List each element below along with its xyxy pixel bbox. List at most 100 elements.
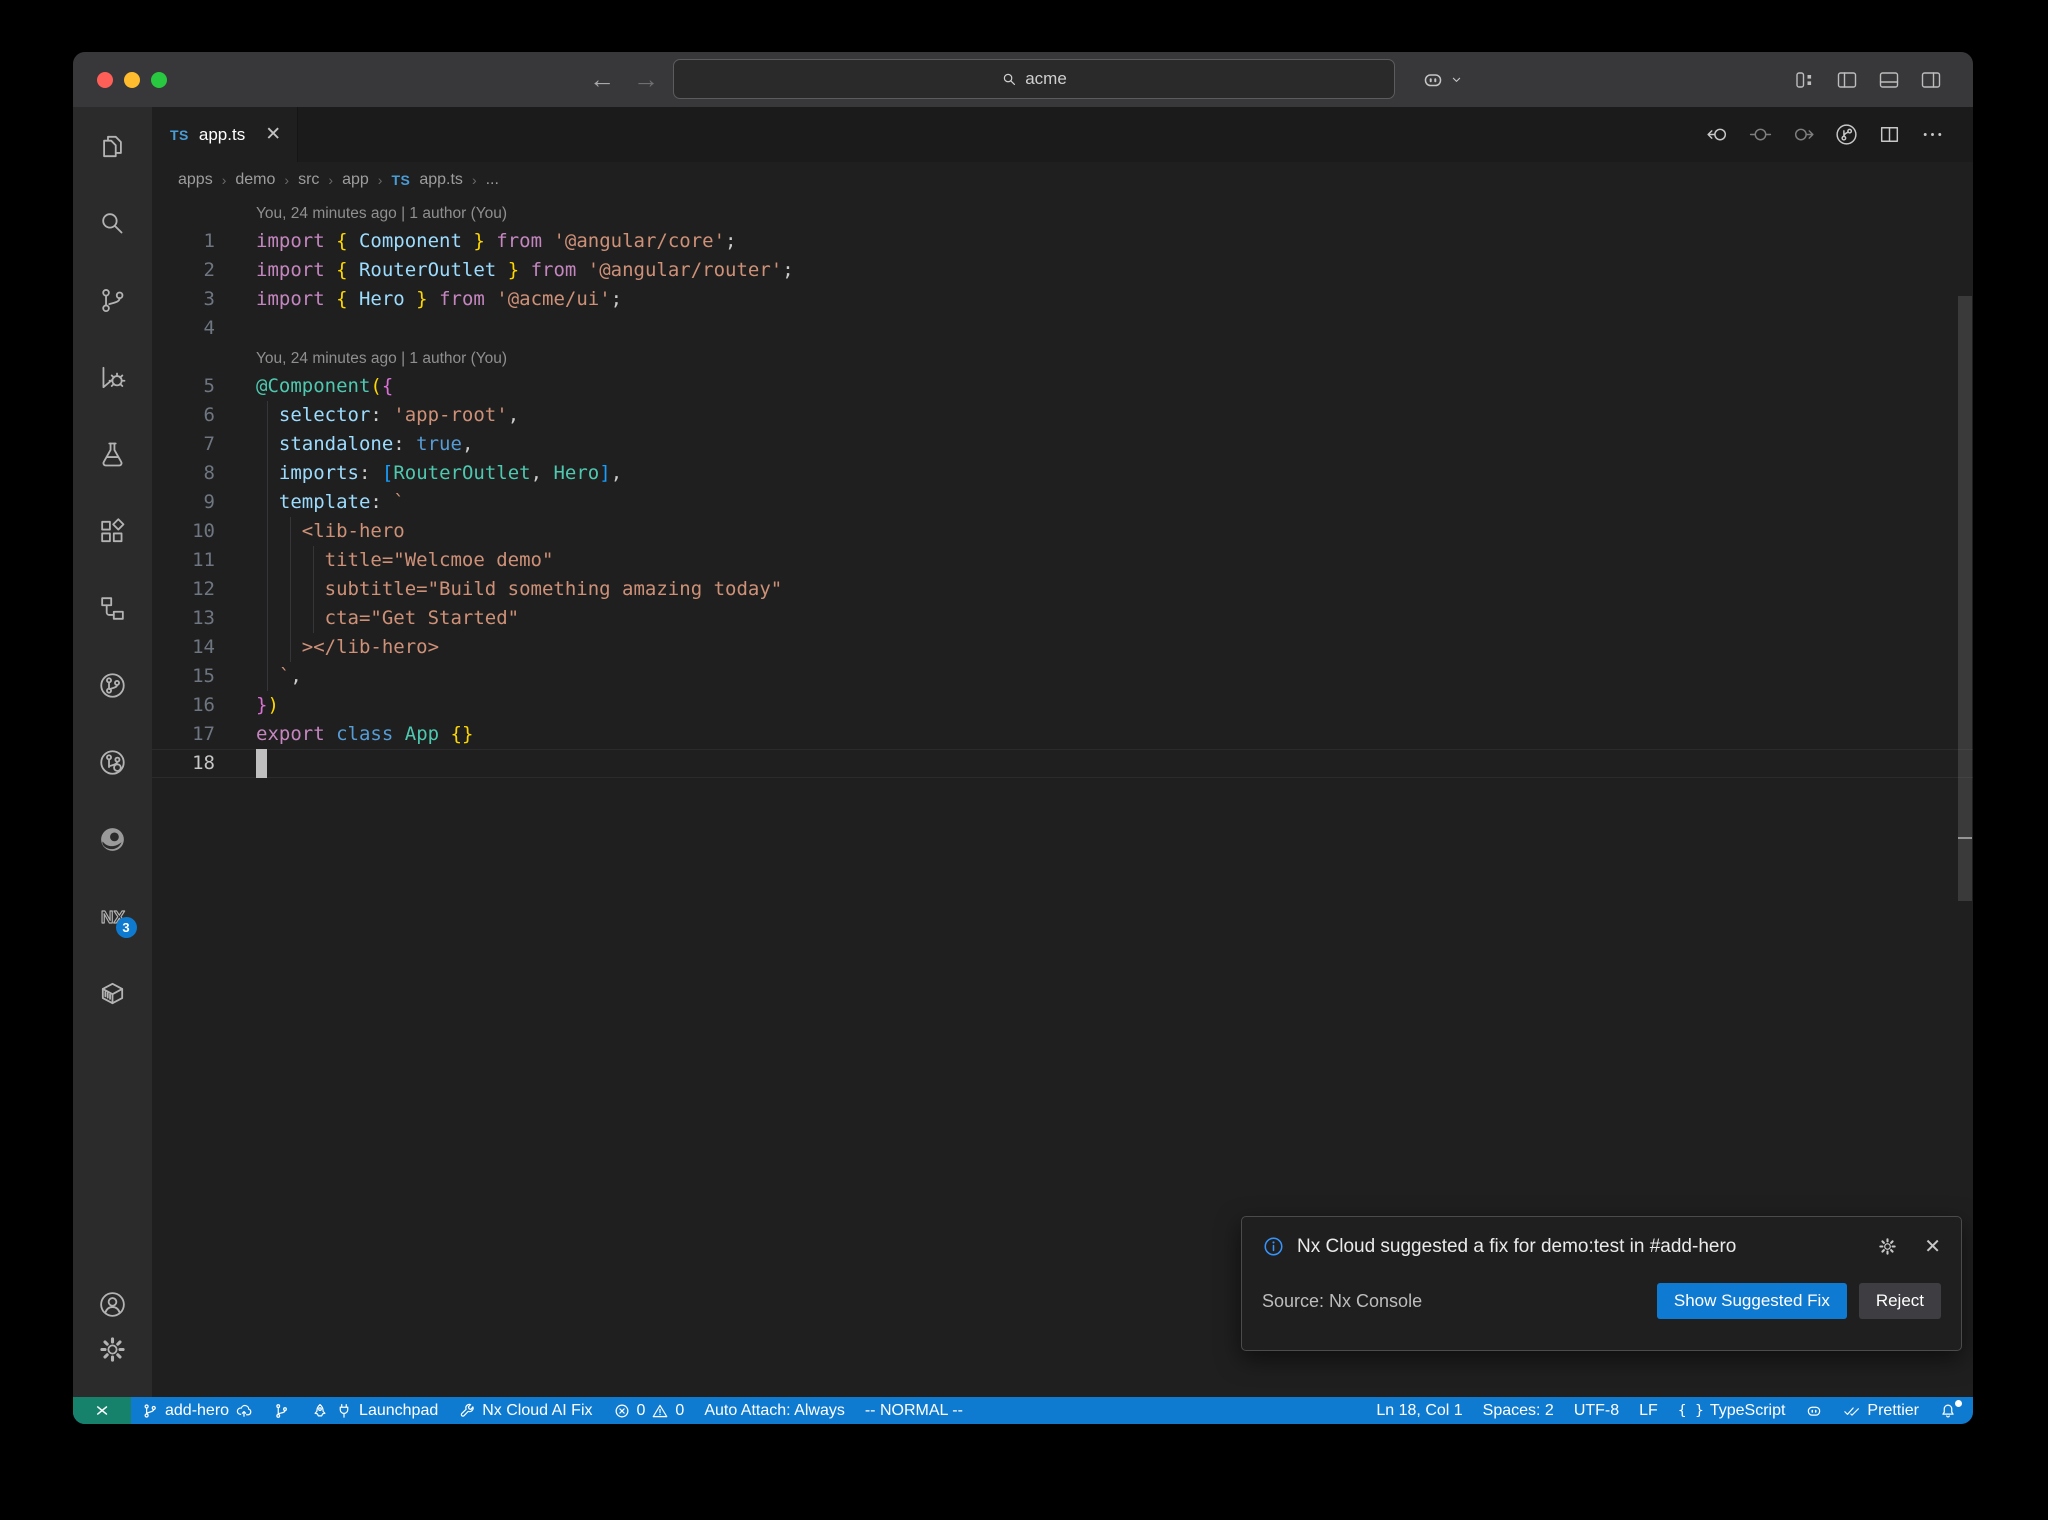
activity-settings[interactable] [96,1332,130,1366]
label: Launchpad [359,1401,439,1419]
nav-back-circle-icon[interactable] [1705,122,1730,147]
tab-app-ts[interactable]: TS app.ts ✕ [152,107,299,162]
code-line-17[interactable]: 17 export class App {} [152,720,1973,749]
line-number: 13 [192,607,215,629]
code-line-15[interactable]: 15 `, [152,662,1973,691]
code-line-4[interactable]: 4 [152,314,1973,343]
activity-containers[interactable] [96,976,130,1010]
activity-extensions[interactable] [96,514,130,548]
customize-layout-icon[interactable] [1793,68,1817,92]
language-item[interactable]: { } TypeScript [1668,1397,1796,1424]
git-graph-item[interactable] [263,1397,301,1424]
breadcrumb-item[interactable]: src [298,171,319,189]
copilot-item[interactable] [1795,1397,1833,1424]
cursor-position-item[interactable]: Ln 18, Col 1 [1366,1397,1472,1424]
minimize-button[interactable] [124,71,140,88]
activity-accounts[interactable] [96,1287,130,1321]
copilot-menu[interactable] [1421,52,1464,107]
activity-gitlens[interactable] [96,668,130,702]
label: Ln 18, Col 1 [1376,1401,1463,1419]
eol-item[interactable]: LF [1629,1397,1668,1424]
prettier-item[interactable]: Prettier [1833,1397,1929,1424]
codelens-blame[interactable]: You, 24 minutes ago | 1 author (You) [152,198,1973,227]
code-line-3[interactable]: 3 import { Hero } from '@acme/ui'; [152,285,1973,314]
label: Auto Attach: Always [704,1401,845,1419]
code-line-7[interactable]: 7 standalone: true, [152,430,1973,459]
breadcrumb-item[interactable]: app.ts [419,171,463,189]
vim-mode-item[interactable]: -- NORMAL -- [855,1397,973,1424]
code-line-18[interactable]: 18 [152,749,1973,778]
code-line-12[interactable]: 12 subtitle="Build something amazing tod… [152,575,1973,604]
notifications-bell-item[interactable] [1929,1397,1967,1424]
commit-graph-icon[interactable] [1834,122,1859,147]
activity-nx-console[interactable]: NX 3 [96,899,137,938]
reject-button[interactable]: Reject [1858,1283,1941,1319]
line-number: 17 [192,723,215,745]
code-line-1[interactable]: 1 import { Component } from '@angular/cor… [152,227,1973,256]
toggle-secondary-sidebar-icon[interactable] [1919,68,1943,92]
code-line-6[interactable]: 6 selector: 'app-root', [152,401,1973,430]
breadcrumb-item[interactable]: apps [178,171,213,189]
code-line-9[interactable]: 9 template: ` [152,488,1973,517]
branch-item[interactable]: add-hero [131,1397,263,1424]
command-center-search[interactable]: acme [673,59,1395,99]
code-line-13[interactable]: 13 cta="Get Started" [152,604,1973,633]
split-editor-icon[interactable] [1877,122,1902,147]
toggle-panel-icon[interactable] [1877,68,1901,92]
line-number: 8 [203,462,215,484]
breadcrumb-item[interactable]: demo [235,171,275,189]
notification-settings-gear-icon[interactable] [1877,1236,1898,1257]
code-line-5[interactable]: 5 @Component({ [152,372,1973,401]
toggle-primary-sidebar-icon[interactable] [1835,68,1859,92]
activity-search[interactable] [96,206,130,240]
launchpad-item[interactable]: Launchpad [301,1397,448,1424]
label: 0 [675,1401,685,1419]
line-number: 5 [203,375,215,397]
problems-item[interactable]: 00 [603,1397,695,1424]
line-content: template: ` [215,488,1973,517]
auto-attach-item[interactable]: Auto Attach: Always [694,1397,855,1424]
close-button[interactable] [97,71,113,88]
line-content: import { Hero } from '@acme/ui'; [256,288,623,310]
line-number: 12 [192,578,215,600]
activity-run-debug[interactable] [96,360,130,394]
breadcrumb-item[interactable]: ... [486,171,499,189]
breadcrumb-item[interactable]: app [342,171,369,189]
activity-source-control[interactable] [96,283,130,317]
code-line-8[interactable]: 8 imports: [RouterOutlet, Hero], [152,459,1973,488]
line-number: 1 [203,230,215,252]
show-suggested-fix-button[interactable]: Show Suggested Fix [1656,1283,1847,1319]
activity-edge-browser[interactable] [96,822,130,856]
history-forward-button[interactable]: → [633,52,659,107]
indentation-item[interactable]: Spaces: 2 [1473,1397,1564,1424]
indent-guide [290,633,292,662]
history-back-button[interactable]: ← [589,52,615,107]
line-content: title="Welcmoe demo" [215,546,1973,575]
line-number: 14 [192,636,215,658]
close-icon[interactable]: ✕ [265,123,281,146]
breadcrumb: apps › demo › src › app › TS app.ts ›... [152,162,1973,198]
remote-indicator[interactable] [73,1397,131,1424]
nx-cloud-ai-fix-item[interactable]: Nx Cloud AI Fix [448,1397,602,1424]
encoding-item[interactable]: UTF-8 [1564,1397,1629,1424]
code-line-14[interactable]: 14 ></lib-hero> [152,633,1973,662]
more-actions-icon[interactable] [1920,122,1945,147]
codelens-blame[interactable]: You, 24 minutes ago | 1 author (You) [152,343,1973,372]
code-line-16[interactable]: 16}) [152,691,1973,720]
line-number: 2 [203,259,215,281]
activity-testing[interactable] [96,437,130,471]
code-line-10[interactable]: 10 <lib-hero [152,517,1973,546]
notification-close-icon[interactable]: ✕ [1924,1234,1941,1259]
vertical-scrollbar[interactable] [1958,296,1972,901]
screenshot-root: ← → acme NX 3 TS app.ts ✕ apps › demo › … [0,0,2048,1520]
activity-gitlens-inspect[interactable] [96,745,130,779]
nav-forward-circle-icon[interactable] [1791,122,1816,147]
code-line-11[interactable]: 11 title="Welcmoe demo" [152,546,1973,575]
activity-explorer[interactable] [96,129,130,163]
overview-ruler-cursor-mark [1958,837,1972,839]
nav-current-circle-icon[interactable] [1748,122,1773,147]
line-number: 6 [203,404,215,426]
zoom-button[interactable] [151,71,167,88]
activity-references[interactable] [96,591,130,625]
code-line-2[interactable]: 2 import { RouterOutlet } from '@angular/… [152,256,1973,285]
